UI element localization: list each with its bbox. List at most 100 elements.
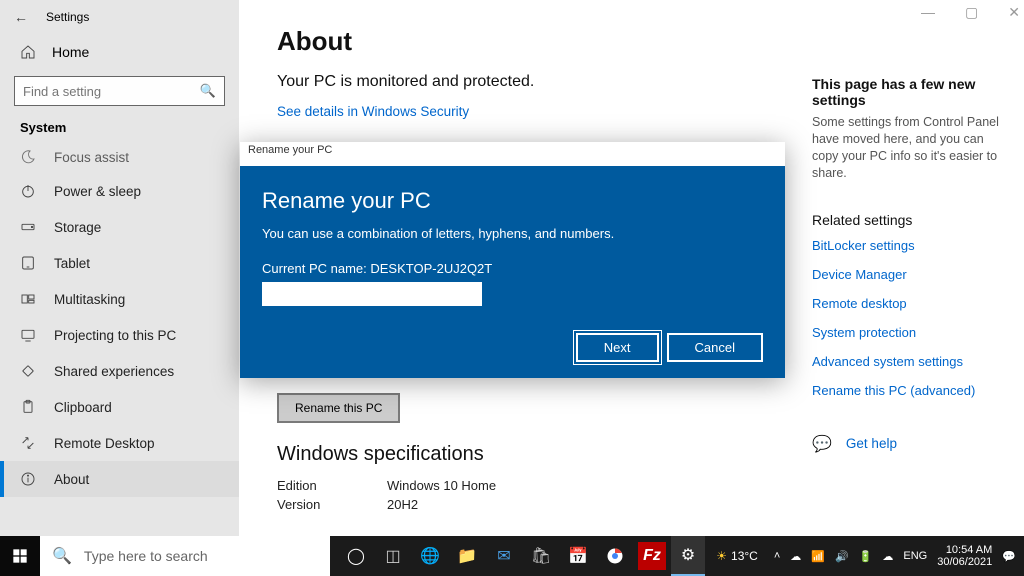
sidebar-item-multitasking[interactable]: Multitasking [0, 281, 239, 317]
network-icon[interactable]: 📶 [811, 550, 825, 563]
nav-label: Shared experiences [54, 364, 174, 379]
nav-label: Storage [54, 220, 101, 235]
tray-chevron-icon[interactable]: ˄ [774, 550, 780, 562]
link-remote-desktop[interactable]: Remote desktop [812, 296, 1008, 311]
nav-label: Focus assist [54, 150, 129, 165]
cloud-icon[interactable]: ☁ [882, 550, 893, 563]
temperature: 13°C [731, 549, 758, 563]
nav-label: Clipboard [54, 400, 112, 415]
sidebar-home[interactable]: Home [0, 34, 239, 74]
moon-icon [20, 149, 36, 165]
volume-icon[interactable]: 🔊 [835, 550, 849, 563]
maximize-button[interactable]: ▢ [965, 4, 978, 21]
close-button[interactable]: ✕ [1008, 4, 1020, 21]
link-device-manager[interactable]: Device Manager [812, 267, 1008, 282]
dialog-heading: Rename your PC [262, 188, 763, 214]
tablet-icon [20, 255, 36, 271]
clock-date: 30/06/2021 [937, 556, 992, 568]
start-button[interactable] [0, 536, 40, 576]
spec-row-edition: Edition Windows 10 Home [277, 478, 774, 493]
chrome-icon[interactable] [597, 536, 633, 576]
nav-label: Remote Desktop [54, 436, 155, 451]
related-title: Related settings [812, 212, 1008, 228]
sidebar-item-about[interactable]: About [0, 461, 239, 497]
edge-icon[interactable]: 🌐 [412, 536, 448, 576]
current-pc-name-label: Current PC name: DESKTOP-2UJ2Q2T [262, 261, 763, 276]
storage-icon [20, 219, 36, 235]
taskbar-apps: ◯ ◫ 🌐 📁 ✉ 🛍 📅 Fz ⚙ ☀ 13°C ˄ ☁ 📶 🔊 🔋 [330, 536, 1024, 576]
weather-widget[interactable]: ☀ 13°C [716, 549, 758, 563]
sidebar-item-tablet[interactable]: Tablet [0, 245, 239, 281]
page-title: About [277, 26, 774, 57]
edition-label: Edition [277, 478, 387, 493]
app-title: Settings [46, 10, 89, 24]
onedrive-icon[interactable]: ☁ [790, 550, 801, 563]
dialog-description: You can use a combination of letters, hy… [262, 226, 763, 241]
taskbar-search[interactable]: 🔍 Type here to search [40, 536, 330, 576]
sidebar-item-storage[interactable]: Storage [0, 209, 239, 245]
clipboard-icon [20, 399, 36, 415]
category-label: System [0, 120, 239, 149]
sidebar-item-shared[interactable]: Shared experiences [0, 353, 239, 389]
settings-task-icon[interactable]: ⚙ [671, 536, 705, 576]
sidebar: ← Settings — ▢ ✕ Home 🔍 System [0, 0, 239, 536]
rename-pc-dialog: Rename your PC Rename your PC You can us… [240, 142, 785, 378]
rename-pc-button[interactable]: Rename this PC [277, 393, 400, 423]
sidebar-item-remote-desktop[interactable]: Remote Desktop [0, 425, 239, 461]
sidebar-header: ← Settings [0, 0, 239, 34]
sun-icon: ☀ [716, 549, 727, 563]
nav-label: Tablet [54, 256, 90, 271]
language-indicator[interactable]: ENG [903, 550, 927, 562]
sidebar-item-focus-assist[interactable]: Focus assist [0, 149, 239, 173]
security-details-link[interactable]: See details in Windows Security [277, 104, 469, 119]
taskbar-clock[interactable]: 10:54 AM 30/06/2021 [937, 544, 992, 568]
link-rename-advanced[interactable]: Rename this PC (advanced) [812, 383, 1008, 398]
minimize-button[interactable]: — [921, 4, 935, 21]
shared-icon [20, 363, 36, 379]
info-icon [20, 471, 36, 487]
remote-icon [20, 435, 36, 451]
taskbar-search-placeholder: Type here to search [84, 548, 208, 564]
help-icon: 💬 [812, 434, 832, 454]
home-icon [20, 44, 36, 60]
explorer-icon[interactable]: 📁 [449, 536, 485, 576]
cancel-button[interactable]: Cancel [667, 333, 763, 362]
right-panel: This page has a few new settings Some se… [812, 0, 1024, 536]
version-value: 20H2 [387, 497, 418, 512]
sidebar-item-power-sleep[interactable]: Power & sleep [0, 173, 239, 209]
search-input[interactable] [23, 84, 200, 99]
link-bitlocker[interactable]: BitLocker settings [812, 238, 1008, 253]
link-system-protection[interactable]: System protection [812, 325, 1008, 340]
search-icon: 🔍 [52, 546, 72, 566]
get-help-row[interactable]: 💬 Get help [812, 434, 1008, 454]
calendar-icon[interactable]: 📅 [560, 536, 596, 576]
sidebar-item-projecting[interactable]: Projecting to this PC [0, 317, 239, 353]
nav-label: About [54, 472, 89, 487]
get-help-link[interactable]: Get help [846, 436, 897, 451]
system-tray: ☀ 13°C ˄ ☁ 📶 🔊 🔋 ☁ ENG 10:54 AM 30/06/20… [716, 544, 1024, 568]
clock-time: 10:54 AM [937, 544, 992, 556]
mail-icon[interactable]: ✉ [486, 536, 522, 576]
power-icon [20, 183, 36, 199]
filezilla-icon[interactable]: Fz [638, 542, 666, 570]
window-controls: — ▢ ✕ [921, 4, 1020, 21]
multitasking-icon [20, 291, 36, 307]
task-view-icon[interactable]: ◫ [375, 536, 411, 576]
cortana-icon[interactable]: ◯ [338, 536, 374, 576]
specs-title: Windows specifications [277, 443, 774, 466]
new-pc-name-input[interactable] [262, 282, 482, 306]
next-button[interactable]: Next [576, 333, 659, 362]
notifications-icon[interactable]: 💬 [1002, 550, 1016, 563]
sidebar-item-clipboard[interactable]: Clipboard [0, 389, 239, 425]
new-settings-title: This page has a few new settings [812, 76, 1008, 108]
store-icon[interactable]: 🛍 [523, 536, 559, 576]
dialog-titlebar: Rename your PC [248, 144, 332, 156]
battery-icon[interactable]: 🔋 [859, 550, 873, 563]
sidebar-search[interactable]: 🔍 [14, 76, 225, 106]
nav-label: Power & sleep [54, 184, 141, 199]
edition-value: Windows 10 Home [387, 478, 496, 493]
search-icon: 🔍 [200, 83, 216, 99]
back-icon[interactable]: ← [14, 9, 28, 25]
link-advanced-system[interactable]: Advanced system settings [812, 354, 1008, 369]
nav-label: Multitasking [54, 292, 125, 307]
